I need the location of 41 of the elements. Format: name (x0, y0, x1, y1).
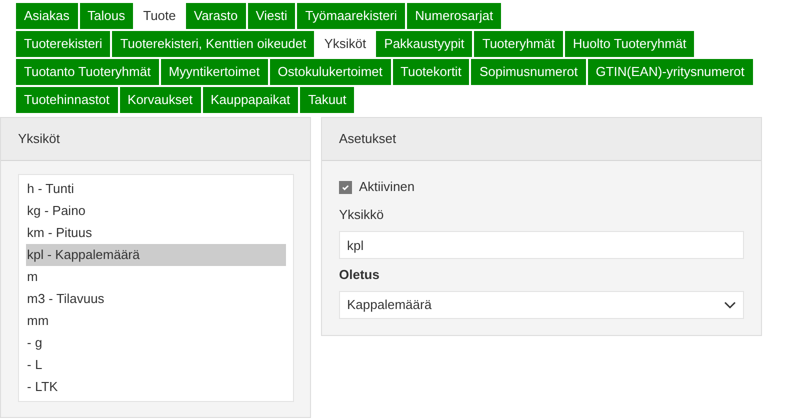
tab[interactable]: Työmaarekisteri (297, 3, 406, 29)
tab[interactable]: Tuotehinnastot (16, 87, 118, 113)
tab[interactable]: Takuut (300, 87, 354, 113)
tab[interactable]: GTIN(EAN)-yritysnumerot (588, 59, 753, 85)
unit-item[interactable]: m3 - Tilavuus (26, 288, 286, 310)
tab[interactable]: Ostokulukertoimet (270, 59, 390, 85)
checkbox-label: Aktiivinen (359, 178, 415, 196)
tab[interactable]: Tuoteryhmät (474, 31, 563, 57)
tab[interactable]: Tuotanto Tuoteryhmät (16, 59, 159, 85)
tab[interactable]: Varasto (186, 3, 246, 29)
unit-item[interactable]: km - Pituus (26, 222, 286, 244)
tab[interactable]: Korvaukset (120, 87, 201, 113)
tab[interactable]: Asiakas (16, 3, 78, 29)
unit-item[interactable]: m (26, 266, 286, 288)
unit-item[interactable]: - L (26, 354, 286, 376)
tab[interactable]: Huolto Tuoteryhmät (564, 31, 694, 57)
tab[interactable]: Numerosarjat (407, 3, 502, 29)
check-icon (341, 182, 350, 192)
tab[interactable]: Tuoterekisteri (16, 31, 110, 57)
checkbox[interactable] (339, 180, 352, 194)
unit-item[interactable]: kg - Paino (26, 200, 286, 222)
tab[interactable]: Viesti (248, 3, 296, 29)
tab[interactable]: Tuoterekisteri, Kenttien oikeudet (112, 31, 314, 57)
tab[interactable]: Sopimusnumerot (471, 59, 586, 85)
chevron-down-icon (724, 301, 736, 309)
unit-item[interactable]: mm (26, 310, 286, 332)
unit-item[interactable]: - LTK (26, 376, 286, 398)
tab[interactable]: Kauppapaikat (202, 87, 298, 113)
tab[interactable]: Talous (80, 3, 134, 29)
field-label: Oletus (339, 266, 380, 284)
unit-item[interactable]: - g (26, 332, 286, 354)
panel-title: Yksiköt (18, 130, 60, 148)
field-label: Yksikkö (339, 206, 385, 224)
tab[interactable]: Myyntikertoimet (160, 59, 268, 85)
unit-item[interactable]: kpl - Kappalemäärä (26, 244, 286, 266)
tab[interactable]: Tuotekortit (392, 59, 470, 85)
panel-title: Asetukset (339, 130, 396, 148)
tab[interactable]: Pakkaustyypit (376, 31, 472, 57)
input-field[interactable]: kpl (339, 231, 744, 259)
unit-item[interactable]: h - Tunti (26, 178, 286, 200)
select-field[interactable]: Kappalemäärä (339, 291, 744, 319)
